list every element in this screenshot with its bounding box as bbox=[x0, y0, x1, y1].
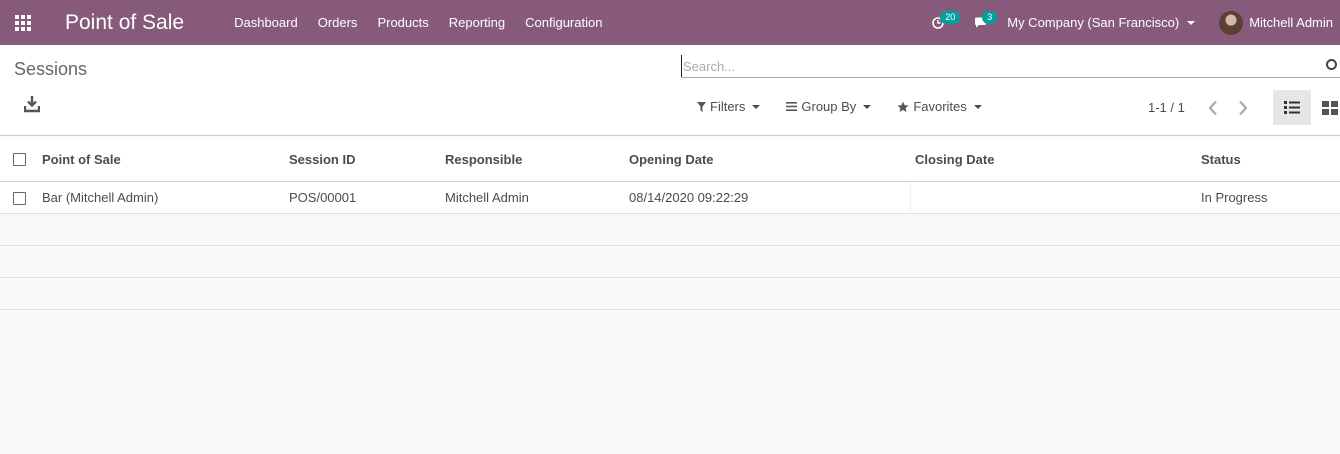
cell-point-of-sale: Bar (Mitchell Admin) bbox=[42, 190, 159, 205]
chevron-right-icon bbox=[1239, 100, 1248, 116]
bars-icon bbox=[786, 102, 798, 111]
cell-opening-date: 08/14/2020 09:22:29 bbox=[629, 190, 749, 205]
menu-orders[interactable]: Orders bbox=[308, 0, 368, 45]
menu-configuration[interactable]: Configuration bbox=[515, 0, 612, 45]
menu-reporting[interactable]: Reporting bbox=[439, 0, 515, 45]
search-icon[interactable] bbox=[1326, 59, 1337, 70]
chevron-left-icon bbox=[1208, 100, 1217, 116]
select-all-checkbox[interactable] bbox=[13, 153, 26, 166]
list-icon bbox=[1284, 101, 1300, 114]
row-checkbox[interactable] bbox=[13, 192, 26, 205]
table-header: Point of Sale Session ID Responsible Ope… bbox=[0, 137, 1340, 182]
download-icon bbox=[23, 96, 41, 113]
cell-status: In Progress bbox=[1201, 190, 1268, 205]
company-switcher[interactable]: My Company (San Francisco) bbox=[997, 0, 1205, 45]
activity-badge: 20 bbox=[940, 11, 961, 24]
view-switcher bbox=[1273, 90, 1340, 125]
column-header-opening-date[interactable]: Opening Date bbox=[629, 137, 714, 181]
favorites-label: Favorites bbox=[913, 99, 967, 114]
sessions-list: Point of Sale Session ID Responsible Ope… bbox=[0, 137, 1340, 310]
column-header-closing-date[interactable]: Closing Date bbox=[915, 137, 994, 181]
top-navbar: Point of Sale Dashboard Orders Products … bbox=[0, 0, 1340, 45]
empty-row bbox=[0, 246, 1340, 278]
caret-down-icon bbox=[752, 104, 761, 109]
kanban-icon bbox=[1322, 100, 1338, 115]
company-name: My Company (San Francisco) bbox=[1007, 15, 1180, 30]
menu-dashboard[interactable]: Dashboard bbox=[224, 0, 308, 45]
menu-products[interactable]: Products bbox=[367, 0, 438, 45]
column-header-responsible[interactable]: Responsible bbox=[445, 137, 522, 181]
grid-icon bbox=[15, 14, 31, 31]
breadcrumb: Sessions bbox=[14, 59, 88, 79]
column-header-point-of-sale[interactable]: Point of Sale bbox=[42, 137, 121, 181]
main-menu: Dashboard Orders Products Reporting Conf… bbox=[224, 0, 612, 45]
user-menu[interactable]: Mitchell Admin bbox=[1205, 0, 1340, 45]
caret-down-icon bbox=[863, 104, 872, 109]
filters-button[interactable]: Filters bbox=[690, 95, 767, 118]
groupby-label: Group By bbox=[801, 99, 857, 114]
star-icon bbox=[897, 101, 909, 113]
messages-button[interactable]: 3 bbox=[964, 0, 998, 45]
filters-label: Filters bbox=[710, 99, 746, 114]
search-input[interactable] bbox=[681, 55, 1321, 77]
app-title[interactable]: Point of Sale bbox=[65, 11, 184, 35]
caret-down-icon bbox=[1187, 20, 1196, 25]
cell-session-id: POS/00001 bbox=[289, 190, 357, 205]
search-bar bbox=[681, 55, 1340, 78]
messages-badge: 3 bbox=[982, 11, 998, 24]
pager-previous-button[interactable] bbox=[1198, 97, 1228, 119]
kanban-view-button[interactable] bbox=[1311, 90, 1340, 125]
apps-menu-button[interactable] bbox=[0, 0, 46, 45]
pager-nav bbox=[1198, 97, 1258, 119]
systray: 20 3 My Company (San Francisco) Mitchell… bbox=[922, 0, 1340, 45]
favorites-button[interactable]: Favorites bbox=[890, 95, 988, 118]
cell-responsible: Mitchell Admin bbox=[445, 190, 529, 205]
column-header-status[interactable]: Status bbox=[1201, 137, 1241, 181]
table-row[interactable]: Bar (Mitchell Admin) POS/00001 Mitchell … bbox=[0, 182, 1340, 214]
column-header-session-id[interactable]: Session ID bbox=[289, 137, 355, 181]
user-name: Mitchell Admin bbox=[1249, 15, 1333, 30]
download-button[interactable] bbox=[23, 95, 42, 115]
empty-row bbox=[0, 278, 1340, 310]
activity-button[interactable]: 20 bbox=[922, 0, 961, 45]
column-divider bbox=[910, 182, 911, 213]
filter-icon bbox=[697, 101, 706, 112]
empty-row bbox=[0, 214, 1340, 246]
search-options: Filters Group By Favorites bbox=[690, 95, 1001, 118]
pager-value[interactable]: 1-1 / 1 bbox=[1148, 100, 1185, 115]
control-panel: Sessions Filters Group By Favorites 1-1 … bbox=[0, 45, 1340, 136]
pager-next-button[interactable] bbox=[1228, 97, 1258, 119]
list-view-button[interactable] bbox=[1273, 90, 1311, 125]
caret-down-icon bbox=[973, 104, 982, 109]
groupby-button[interactable]: Group By bbox=[779, 95, 878, 118]
avatar bbox=[1219, 10, 1244, 35]
